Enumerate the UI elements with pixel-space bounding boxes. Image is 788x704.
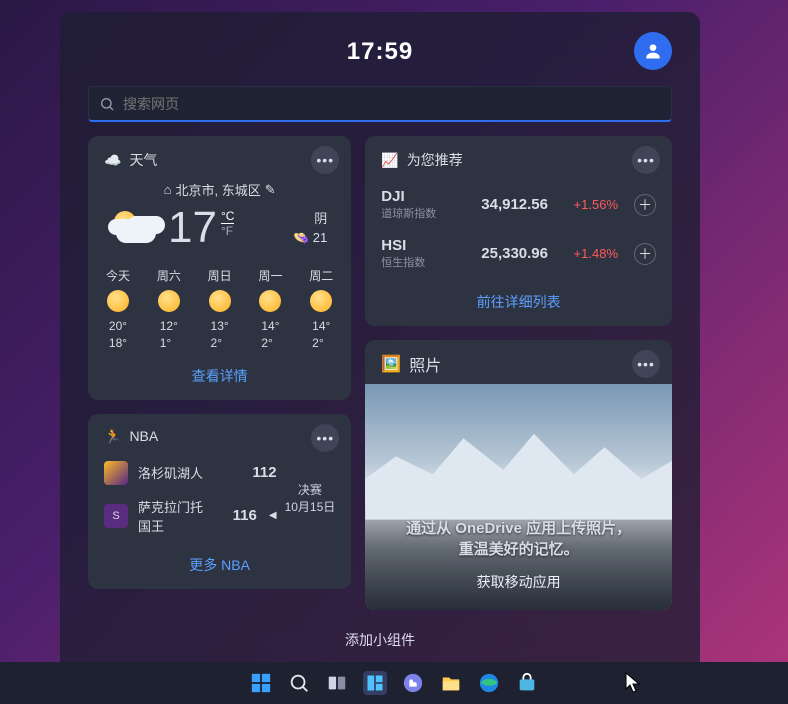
weather-temp: 17 [168, 203, 217, 253]
sun-icon [259, 290, 281, 312]
photos-cta-link[interactable]: 获取移动应用 [477, 572, 561, 592]
add-stock-button[interactable]: ＋ [634, 194, 656, 216]
photos-hero-image: 通过从 OneDrive 应用上传照片， 重温美好的记忆。 获取移动应用 [365, 384, 672, 610]
weather-condition: 阴 [293, 209, 327, 229]
nba-more-button[interactable]: ••• [311, 424, 339, 452]
stocks-details-link[interactable]: 前往详细列表 [381, 292, 656, 312]
search-bar[interactable] [88, 86, 672, 122]
unit-celsius[interactable]: °C [221, 209, 234, 224]
photos-card[interactable]: 🖼️ 照片 ••• 通过从 OneDrive 应用上传照片， 重温美好的记忆。 … [365, 340, 672, 610]
lakers-logo-icon [104, 461, 128, 485]
nba-date: 10月15日 [285, 498, 336, 515]
left-column: ☁️ 天气 ••• ⌂ 北京市, 东城区 ✎ 17 °C [88, 136, 351, 612]
weather-location[interactable]: ⌂ 北京市, 东城区 ✎ [104, 180, 335, 199]
forecast-day[interactable]: 周一 14°2° [258, 267, 282, 352]
weather-aqi: 👒 21 [293, 228, 327, 248]
start-button[interactable] [249, 671, 273, 695]
stocks-card-header: 📈 为您推荐 [381, 150, 656, 170]
home-icon: ⌂ [164, 182, 172, 197]
weather-main: 17 °C °F 阴 👒 21 [104, 203, 335, 253]
forecast-day[interactable]: 周二 14°2° [309, 267, 333, 352]
sun-icon [209, 290, 231, 312]
widgets-taskbar-button[interactable] [363, 671, 387, 695]
widgets-grid: ☁️ 天气 ••• ⌂ 北京市, 东城区 ✎ 17 °C [88, 136, 672, 612]
taskbar-search-button[interactable] [287, 671, 311, 695]
photos-icon: 🖼️ [381, 354, 401, 374]
add-widget-button[interactable]: 添加小组件 [88, 626, 672, 654]
nba-card[interactable]: 🏃 NBA ••• 洛杉矶湖人 112 S 萨克拉门托国王 [88, 414, 351, 589]
panel-header: 17:59 [88, 32, 672, 72]
right-column: 📈 为您推荐 ••• DJI道琼斯指数 34,912.56 +1.56% ＋ H… [365, 136, 672, 612]
photos-title: 照片 [409, 352, 441, 376]
nba-card-header: 🏃 NBA [104, 428, 335, 445]
kings-logo-icon: S [104, 504, 128, 528]
stock-row[interactable]: HSI恒生指数 25,330.96 +1.48% ＋ [381, 229, 656, 278]
stock-row[interactable]: DJI道琼斯指数 34,912.56 +1.56% ＋ [381, 180, 656, 229]
forecast-day[interactable]: 周六 12°1° [157, 267, 181, 352]
stocks-card[interactable]: 📈 为您推荐 ••• DJI道琼斯指数 34,912.56 +1.56% ＋ H… [365, 136, 672, 326]
stocks-title: 为您推荐 [407, 150, 463, 170]
mountain-graphic [365, 429, 672, 519]
weather-card-header: ☁️ 天气 [104, 150, 335, 170]
nba-more-link[interactable]: 更多 NBA [104, 555, 335, 575]
search-input[interactable] [123, 96, 661, 112]
sports-icon: 🏃 [104, 428, 121, 445]
weather-card[interactable]: ☁️ 天气 ••• ⌂ 北京市, 东城区 ✎ 17 °C [88, 136, 351, 400]
nba-team-row: S 萨克拉门托国王 116 ◀ [104, 491, 277, 541]
photos-more-button[interactable]: ••• [632, 350, 660, 378]
explorer-button[interactable] [439, 671, 463, 695]
forecast-day[interactable]: 周日 13°2° [208, 267, 232, 352]
sun-icon [310, 290, 332, 312]
search-icon [99, 96, 115, 112]
sun-icon [158, 290, 180, 312]
taskbar [0, 662, 788, 704]
store-button[interactable] [515, 671, 539, 695]
weather-title: 天气 [129, 150, 157, 170]
nba-stage: 决赛 [285, 481, 336, 498]
person-icon [643, 41, 663, 61]
winner-caret-icon: ◀ [269, 510, 277, 521]
weather-details-link[interactable]: 查看详情 [104, 366, 335, 386]
watchlist-icon: 📈 [381, 152, 398, 169]
nba-team-row: 洛杉矶湖人 112 [104, 455, 277, 491]
user-avatar-button[interactable] [634, 32, 672, 70]
photos-card-header: 🖼️ 照片 ••• [365, 340, 672, 384]
unit-fahrenheit[interactable]: °F [221, 224, 234, 238]
weather-condition-icon [112, 213, 158, 243]
sun-icon [107, 290, 129, 312]
add-stock-button[interactable]: ＋ [634, 243, 656, 265]
forecast-day[interactable]: 今天 20°18° [106, 267, 130, 352]
edge-button[interactable] [477, 671, 501, 695]
task-view-button[interactable] [325, 671, 349, 695]
clock: 17:59 [347, 38, 413, 66]
mouse-cursor-icon [625, 672, 641, 694]
chat-button[interactable] [401, 671, 425, 695]
stocks-more-button[interactable]: ••• [632, 146, 660, 174]
nba-title: NBA [129, 428, 158, 444]
edit-icon[interactable]: ✎ [265, 182, 276, 198]
widgets-panel: 17:59 ☁️ 天气 ••• ⌂ 北京市, 东城区 ✎ [60, 12, 700, 674]
weather-forecast: 今天 20°18° 周六 12°1° 周日 13°2° [104, 267, 335, 352]
weather-icon: ☁️ [104, 152, 121, 169]
